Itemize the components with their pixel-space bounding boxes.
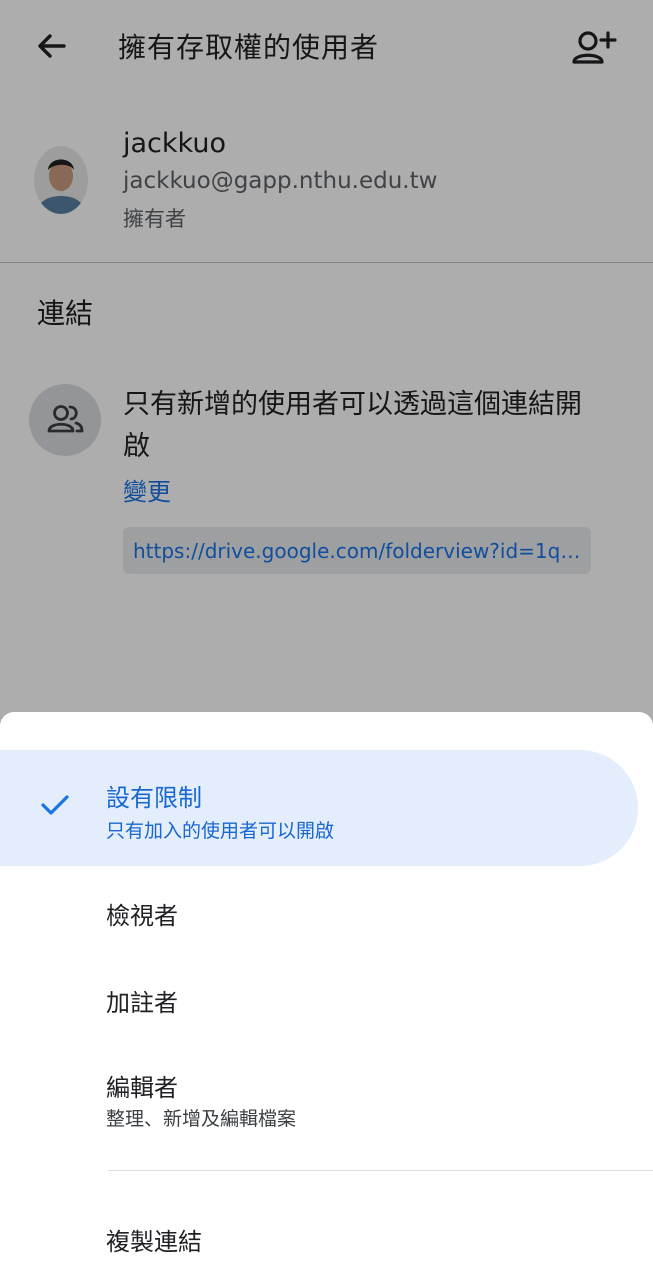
check-icon [41,795,69,815]
sheet-divider [108,1170,653,1171]
option-restricted[interactable]: 設有限制 只有加入的使用者可以開啟 [0,750,638,866]
option-editor-subtitle: 整理、新增及編輯檔案 [106,1108,297,1130]
copy-link-label: 複製連結 [106,1228,202,1256]
option-viewer-title: 檢視者 [106,902,178,930]
option-editor-title: 編輯者 [106,1074,178,1102]
option-restricted-title: 設有限制 [106,784,202,812]
option-editor[interactable]: 編輯者 整理、新增及編輯檔案 [0,1044,653,1152]
link-permission-sheet: 設有限制 只有加入的使用者可以開啟 檢視者 加註者 編輯者 整理、新增及編輯檔案… [0,712,653,1280]
copy-link-option[interactable]: 複製連結 [0,1188,653,1280]
option-commenter-title: 加註者 [106,989,178,1017]
option-restricted-subtitle: 只有加入的使用者可以開啟 [106,820,335,842]
option-viewer[interactable]: 檢視者 [0,868,653,952]
option-commenter[interactable]: 加註者 [0,956,653,1040]
